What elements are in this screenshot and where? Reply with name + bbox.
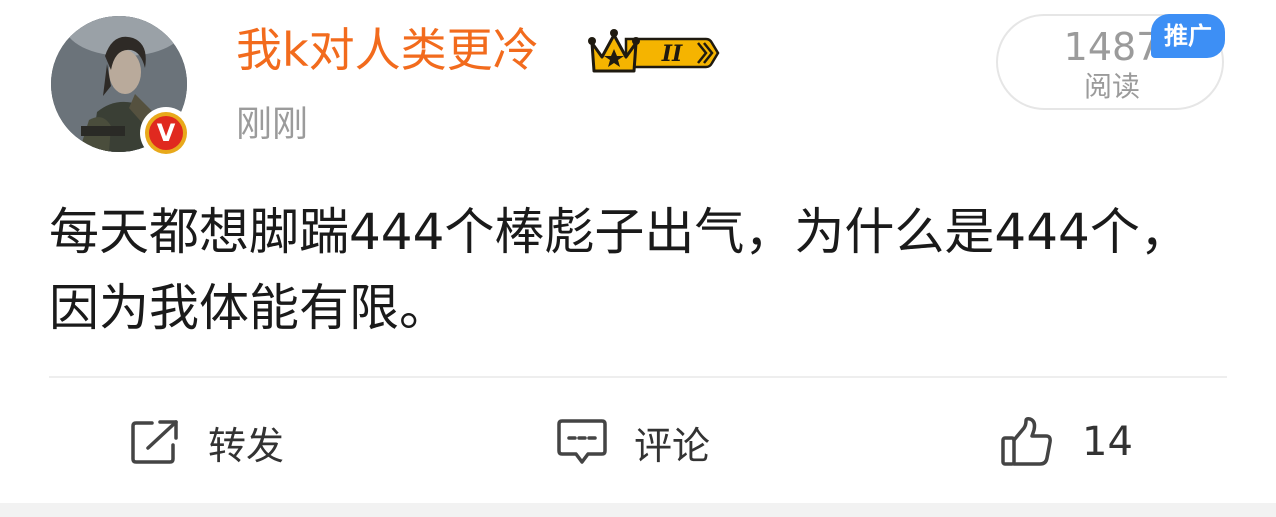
repost-button[interactable]: 转发 — [130, 407, 284, 477]
like-button[interactable]: 14 — [1000, 407, 1133, 477]
post-timestamp: 刚刚 — [236, 104, 309, 145]
share-icon — [130, 419, 182, 465]
promo-badge[interactable]: 推广 — [1151, 14, 1225, 58]
divider — [49, 376, 1227, 378]
verified-v-icon: V — [149, 116, 183, 150]
comment-label: 评论 — [634, 423, 711, 468]
read-label: 阅读 — [1083, 70, 1140, 103]
thumbs-up-icon — [1000, 416, 1054, 468]
like-count: 14 — [1082, 419, 1133, 465]
repost-label: 转发 — [208, 423, 285, 468]
feed-separator — [0, 503, 1276, 517]
author-name[interactable]: 我k对人类更冷 — [236, 22, 539, 78]
vip-crown-badge[interactable]: II — [588, 27, 722, 79]
verified-badge: V — [140, 107, 192, 159]
comment-button[interactable]: 评论 — [556, 407, 710, 477]
weibo-post-card: V 我k对人类更冷 II 刚刚 1487 阅读 推广 每天都想脚踹444个棒彪子… — [0, 0, 1276, 503]
comment-icon — [556, 417, 608, 467]
post-content: 每天都想脚踹444个棒彪子出气，为什么是444个，因为我体能有限。 — [49, 203, 1190, 337]
vip-level-text: II — [661, 41, 683, 67]
